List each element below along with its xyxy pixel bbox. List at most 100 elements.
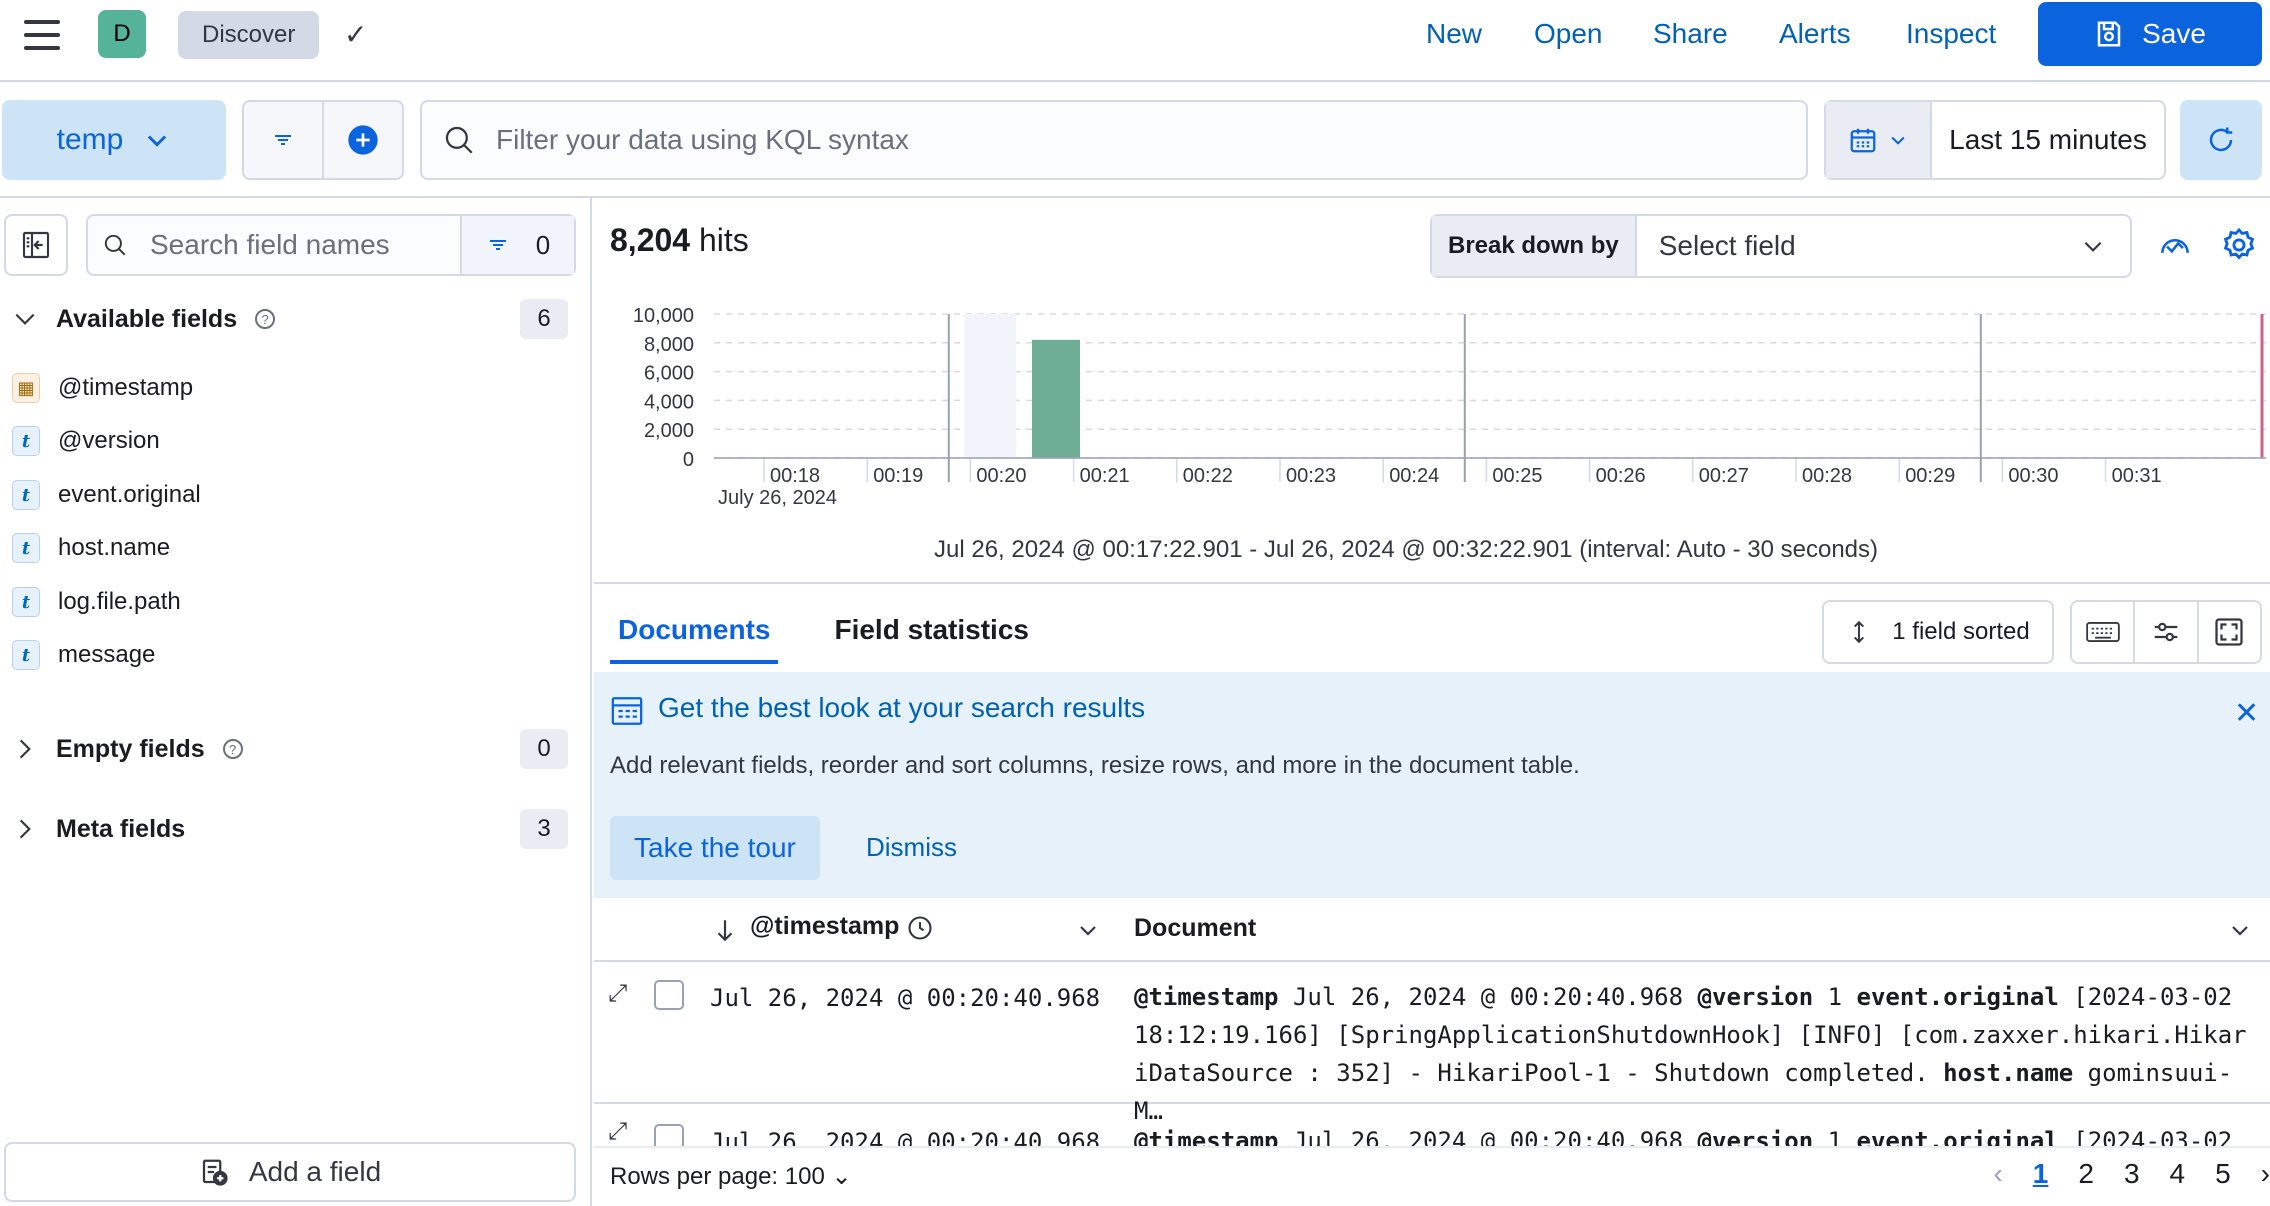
date-picker[interactable]: Last 15 minutes (1824, 100, 2166, 180)
text-type-icon: t (12, 480, 40, 510)
empty-fields-section[interactable]: Empty fields ? 0 (12, 728, 568, 770)
page-4[interactable]: 4 (2170, 1158, 2186, 1190)
search-icon (445, 126, 473, 154)
breakdown-field-select[interactable]: Select field (1637, 216, 2130, 276)
chart-options-icon[interactable] (2156, 226, 2194, 264)
fullscreen-button[interactable] (2199, 602, 2260, 662)
field-name: host.name (58, 534, 171, 561)
available-fields-section[interactable]: Available fields ? 6 (12, 298, 568, 340)
chevron-right-icon[interactable]: › (2261, 1158, 2270, 1190)
clock-icon (908, 916, 932, 940)
breadcrumb-discover[interactable]: Discover (178, 11, 320, 59)
field-name: event.original (58, 481, 201, 508)
dismiss-link[interactable]: Dismiss (866, 832, 957, 863)
tab-field-statistics[interactable]: Field statistics (826, 610, 1037, 664)
col-timestamp[interactable]: @timestamp (750, 912, 899, 941)
sort-fields-button[interactable]: 1 field sorted (1822, 600, 2054, 664)
field-item-timestamp[interactable]: ▦ @timestamp (12, 368, 193, 408)
filter-options-button[interactable] (244, 102, 324, 178)
sort-icon (1854, 620, 1865, 644)
quick-menu-button[interactable] (1826, 102, 1932, 178)
field-sidebar: Search field names 0 Available fields ? … (0, 198, 592, 1206)
kql-search-input[interactable]: Filter your data using KQL syntax (420, 100, 1808, 180)
keyboard-shortcuts-button[interactable] (2072, 602, 2136, 662)
field-item-version[interactable]: t @version (12, 421, 160, 461)
take-tour-button[interactable]: Take the tour (610, 816, 820, 880)
col-document[interactable]: Document (1134, 914, 1256, 943)
doc-key: @timestamp (1134, 1127, 1279, 1146)
field-search-input[interactable]: Search field names (88, 216, 460, 274)
meta-fields-section[interactable]: Meta fields 3 (12, 808, 568, 850)
page-3[interactable]: 3 (2124, 1158, 2140, 1190)
chevron-right-icon (19, 819, 31, 839)
row-checkbox[interactable] (654, 980, 684, 1010)
table-icon (611, 697, 643, 725)
open-link[interactable]: Open (1534, 18, 1603, 50)
text-type-icon: t (12, 640, 40, 670)
x-tick-label: 00:29 (1905, 465, 1955, 487)
field-item-log-file-path[interactable]: t log.file.path (12, 582, 181, 622)
row-checkbox[interactable] (654, 1124, 684, 1146)
add-field-icon (202, 1159, 228, 1186)
page-2[interactable]: 2 (2078, 1158, 2094, 1190)
page-1[interactable]: 1 (2033, 1158, 2049, 1190)
help-icon: ? (222, 739, 243, 759)
data-view-picker[interactable]: temp (2, 100, 226, 180)
field-type-filter-button[interactable]: 0 (460, 216, 574, 274)
doc-value: 1 (1827, 983, 1843, 1011)
row-timestamp: Jul 26, 2024 @ 00:20:40.968 (710, 984, 1101, 1012)
field-item-event-original[interactable]: t event.original (12, 475, 201, 515)
gear-icon[interactable] (2220, 226, 2258, 264)
doc-key: @timestamp (1134, 983, 1279, 1011)
x-tick-label: 00:31 (2112, 465, 2162, 487)
sort-descending-icon[interactable] (712, 916, 738, 944)
space-avatar[interactable]: D (98, 10, 146, 58)
add-field-button[interactable]: Add a field (4, 1142, 576, 1202)
expand-icon[interactable]: ⤢ (608, 1118, 627, 1146)
rows-per-page-select[interactable]: Rows per page: 100 ⌄ (610, 1162, 852, 1191)
chevron-down-icon: ⌄ (831, 1163, 852, 1190)
share-link[interactable]: Share (1653, 18, 1728, 50)
close-icon[interactable]: ✕ (2234, 696, 2259, 731)
kql-placeholder: Filter your data using KQL syntax (496, 124, 909, 155)
doc-value: Jul 26, 2024 @ 00:20:40.968 (1292, 1127, 1684, 1146)
display-settings-button[interactable] (2135, 602, 2199, 662)
field-item-message[interactable]: t message (12, 635, 155, 675)
x-date-label: July 26, 2024 (718, 487, 837, 509)
chevron-down-icon (15, 313, 35, 325)
table-row[interactable]: ⤢ Jul 26, 2024 @ 00:20:40.968 @timestamp… (594, 964, 2270, 1125)
inspect-link[interactable]: Inspect (1906, 18, 1996, 50)
fullscreen-icon (2215, 618, 2243, 646)
y-tick-label: 6,000 (644, 363, 694, 385)
data-view-name: temp (56, 123, 124, 156)
collapse-sidebar-button[interactable] (4, 214, 68, 276)
tour-callout: Get the best look at your search results… (594, 672, 2270, 898)
rows-per-page-label: Rows per page: 100 (610, 1163, 825, 1190)
tab-documents[interactable]: Documents (610, 610, 779, 664)
time-range-caption: Jul 26, 2024 @ 00:17:22.901 - Jul 26, 20… (934, 536, 1879, 563)
time-range-text[interactable]: Last 15 minutes (1932, 102, 2164, 178)
x-tick-label: 00:20 (976, 465, 1026, 487)
breakdown-selector[interactable]: Break down by Select field (1430, 214, 2132, 278)
chevron-down-icon[interactable] (2228, 918, 2252, 942)
field-name: @timestamp (58, 374, 194, 401)
x-tick-label: 00:24 (1389, 465, 1439, 487)
refresh-button[interactable] (2180, 100, 2262, 180)
add-filter-button[interactable] (324, 102, 402, 178)
callout-body: Add relevant fields, reorder and sort co… (610, 752, 1580, 779)
chevron-down-icon[interactable] (1076, 918, 1100, 942)
table-row[interactable]: ⤢ Jul 26, 2024 @ 00:20:40.968 @timestamp… (594, 1106, 2270, 1146)
field-search-placeholder: Search field names (150, 229, 390, 260)
search-icon (104, 234, 126, 256)
field-name: @version (58, 427, 160, 454)
field-item-host-name[interactable]: t host.name (12, 528, 170, 568)
highlight-region (964, 314, 1017, 458)
save-button[interactable]: Save (2038, 2, 2262, 66)
filter-icon (275, 135, 291, 145)
menu-icon[interactable] (24, 20, 60, 50)
expand-icon[interactable]: ⤢ (608, 980, 627, 1008)
new-link[interactable]: New (1426, 18, 1482, 50)
page-5[interactable]: 5 (2215, 1158, 2231, 1190)
chevron-left-icon[interactable]: ‹ (1993, 1158, 2002, 1190)
alerts-link[interactable]: Alerts (1779, 18, 1851, 50)
